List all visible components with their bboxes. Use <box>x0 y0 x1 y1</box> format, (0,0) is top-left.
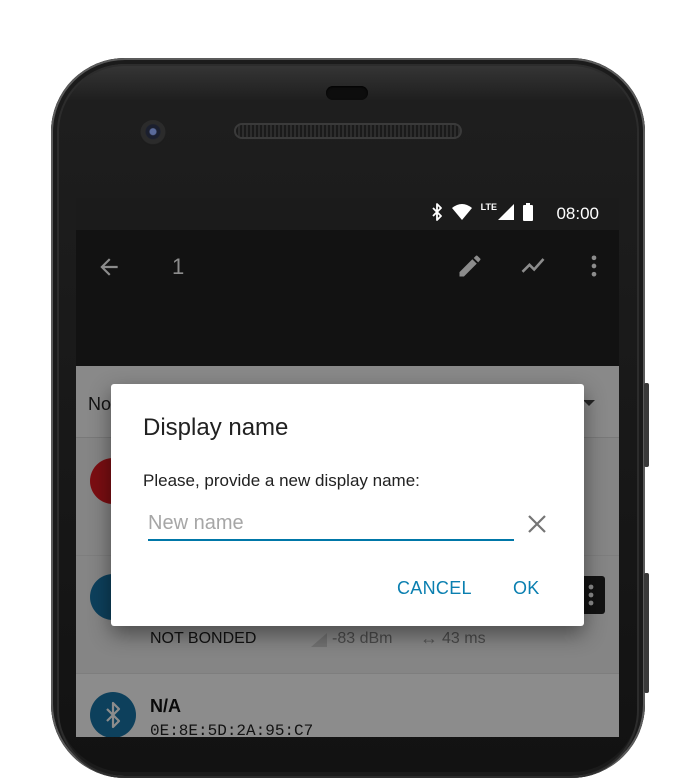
volume-button <box>644 573 649 693</box>
screen: LTE 08:00 1 No NOT BONDED -83 dBm ↔ 43 m… <box>76 198 619 737</box>
front-camera-icon <box>140 120 166 146</box>
wifi-icon <box>451 204 472 220</box>
dialog-message: Please, provide a new display name: <box>143 471 420 490</box>
dialog-title: Display name <box>143 414 289 441</box>
clear-icon[interactable] <box>523 510 551 538</box>
bluetooth-icon <box>432 203 442 221</box>
cancel-button[interactable]: CANCEL <box>397 578 472 599</box>
status-bar: LTE 08:00 <box>76 198 619 230</box>
power-button <box>644 383 649 467</box>
signal-icon <box>498 204 514 220</box>
status-time: 08:00 <box>556 204 599 223</box>
lte-label: LTE <box>480 202 497 212</box>
speaker-grille <box>234 123 462 139</box>
status-icons: LTE <box>431 202 533 221</box>
ok-button[interactable]: OK <box>513 578 540 599</box>
display-name-input[interactable] <box>148 507 514 541</box>
top-sensor <box>326 86 368 100</box>
display-name-dialog: Display name Please, provide a new displ… <box>111 384 584 626</box>
battery-icon <box>523 203 533 221</box>
